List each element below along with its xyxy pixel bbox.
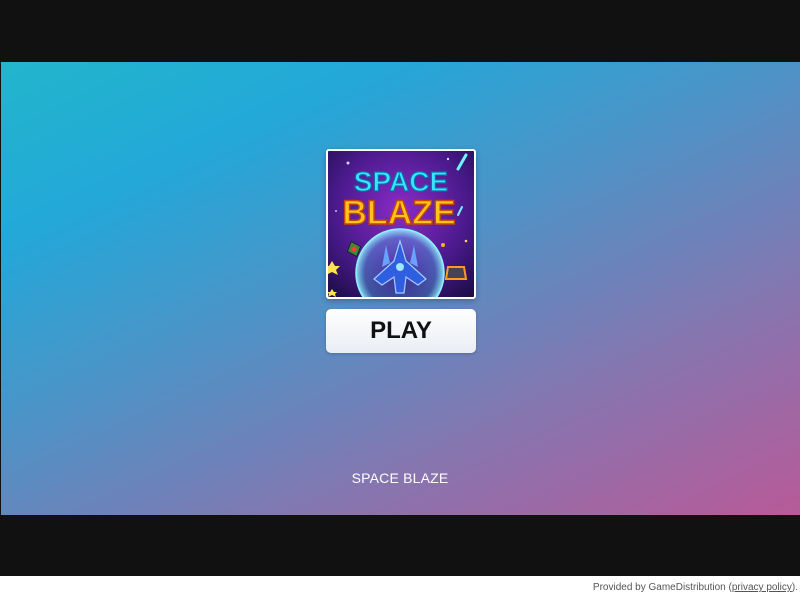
game-title: SPACE BLAZE [351, 470, 449, 486]
footer-credit: Provided by GameDistribution (privacy po… [593, 582, 798, 593]
logo-blaze-text: BLAZE [342, 194, 455, 232]
footer-prefix: Provided by GameDistribution ( [592, 582, 732, 593]
footer-suffix: ). [791, 582, 798, 593]
spaceship-icon: SPACE BLAZE [328, 151, 474, 297]
logo-space-text: SPACE [354, 166, 448, 197]
privacy-policy-link[interactable]: privacy policy [732, 582, 792, 593]
play-button[interactable]: PLAY [326, 309, 476, 353]
top-letterbox [0, 0, 800, 62]
game-thumbnail: SPACE BLAZE [326, 149, 476, 299]
footer-bar: Provided by GameDistribution (privacy po… [0, 576, 800, 600]
bottom-letterbox [0, 515, 800, 576]
